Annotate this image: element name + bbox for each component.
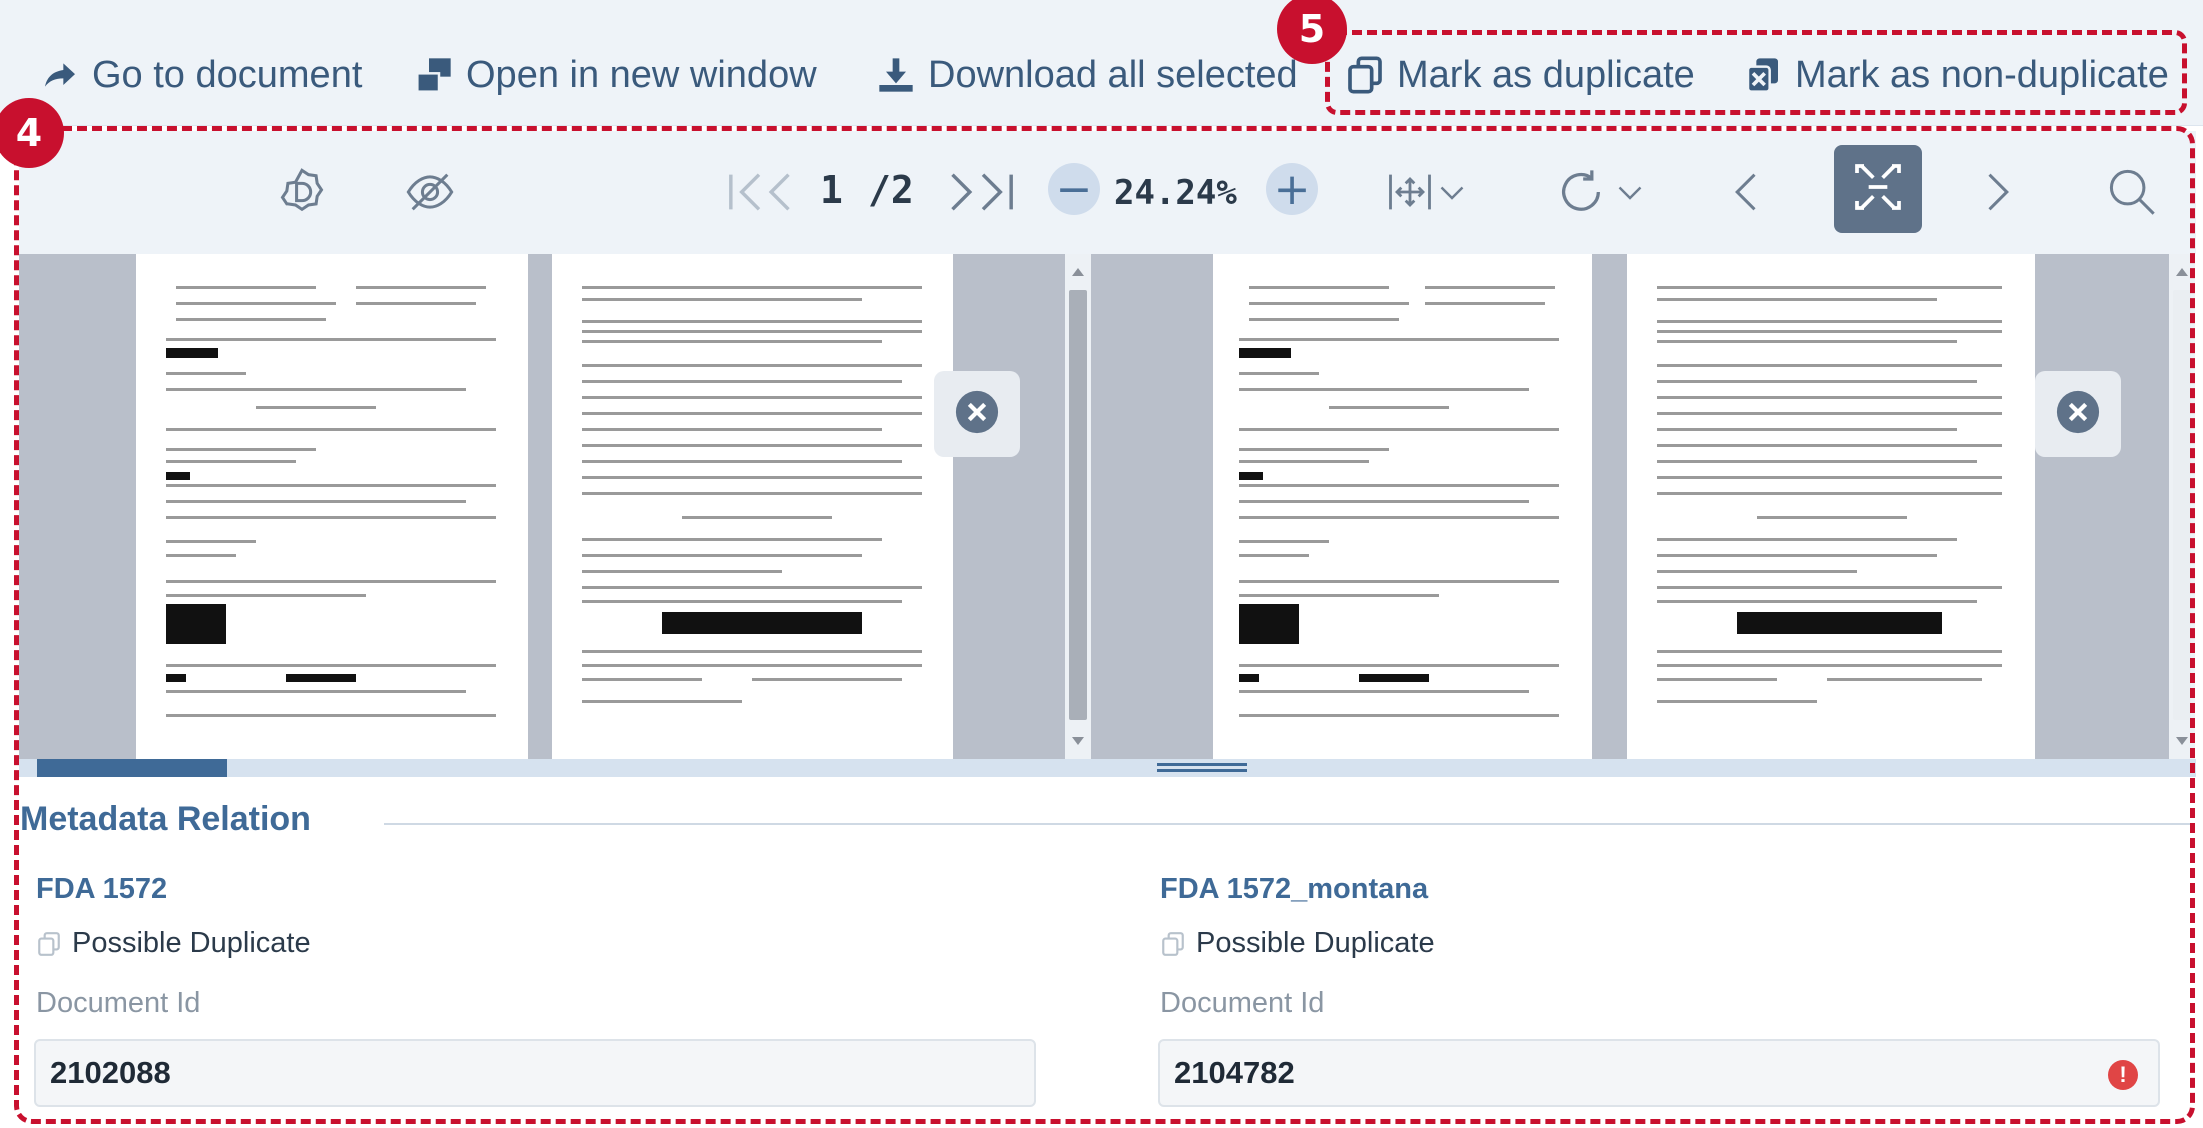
- go-to-document-button[interactable]: Go to document: [40, 48, 362, 102]
- action-toolbar: Go to document Open in new window Downlo…: [0, 0, 2203, 126]
- exclamation-circle-icon[interactable]: !: [2108, 1060, 2138, 1090]
- open-new-window-button[interactable]: Open in new window: [414, 48, 817, 102]
- close-icon: [2055, 389, 2101, 440]
- zoom-level[interactable]: 24.24%: [1114, 173, 1237, 213]
- left-document-page-2: [552, 254, 953, 759]
- right-document-id-value: 2104782: [1174, 1055, 1295, 1090]
- mark-as-duplicate-label: Mark as duplicate: [1397, 53, 1695, 96]
- duplicate-icon: [1345, 55, 1385, 95]
- zoom-in-button[interactable]: +: [1266, 163, 1318, 215]
- left-document-pane[interactable]: [19, 254, 1091, 759]
- right-document-id-label: Document Id: [1160, 987, 1325, 1019]
- fit-dropdown-chevron-icon[interactable]: [1434, 174, 1470, 210]
- zoom-out-button[interactable]: −: [1048, 163, 1100, 215]
- share-arrow-icon: [40, 55, 80, 95]
- last-page-icon[interactable]: [970, 166, 1022, 218]
- hide-redactions-icon[interactable]: [404, 166, 456, 218]
- mark-as-non-duplicate-label: Mark as non-duplicate: [1795, 53, 2169, 96]
- duplicate-icon: [36, 931, 62, 957]
- left-document-id-field[interactable]: 2102088: [34, 1039, 1036, 1107]
- right-duplicate-status: Possible Duplicate: [1160, 927, 1435, 960]
- right-document-pane[interactable]: [1091, 254, 2169, 759]
- windows-icon: [414, 55, 454, 95]
- go-to-document-label: Go to document: [92, 53, 363, 96]
- splitter-grip-icon[interactable]: [1157, 763, 1247, 766]
- left-duplicate-status: Possible Duplicate: [36, 927, 311, 960]
- left-document-id-value: 2102088: [50, 1055, 171, 1090]
- right-duplicate-status-label: Possible Duplicate: [1196, 927, 1435, 959]
- close-right-document-button[interactable]: [2035, 371, 2121, 457]
- download-all-selected-label: Download all selected: [928, 53, 1298, 96]
- download-all-selected-button[interactable]: Download all selected: [876, 48, 1298, 102]
- current-page-number[interactable]: 1: [820, 168, 843, 212]
- right-document-page-2: [1627, 254, 2035, 759]
- previous-difference-icon[interactable]: [1722, 166, 1774, 218]
- document-settings-icon[interactable]: [276, 166, 328, 218]
- mark-as-duplicate-button[interactable]: Mark as duplicate: [1345, 48, 1695, 102]
- previous-page-icon[interactable]: [756, 166, 808, 218]
- mark-as-non-duplicate-button[interactable]: Mark as non-duplicate: [1743, 48, 2169, 102]
- duplicate-icon: [1160, 931, 1186, 957]
- open-new-window-label: Open in new window: [466, 53, 817, 96]
- close-icon: [954, 389, 1000, 440]
- left-duplicate-status-label: Possible Duplicate: [72, 927, 311, 959]
- next-difference-icon[interactable]: [1970, 166, 2022, 218]
- close-left-document-button[interactable]: [934, 371, 1020, 457]
- rotate-icon[interactable]: [1555, 166, 1607, 218]
- left-document-name: FDA 1572: [36, 873, 168, 905]
- right-document-page-1: [1213, 254, 1592, 759]
- rotate-dropdown-chevron-icon[interactable]: [1612, 174, 1648, 210]
- right-document-id-field[interactable]: 2104782 !: [1158, 1039, 2160, 1107]
- section-divider: [384, 823, 2194, 825]
- left-document-page-1: [136, 254, 528, 759]
- total-pages: /2: [868, 168, 914, 212]
- search-icon[interactable]: [2106, 166, 2158, 218]
- right-pane-scrollbar[interactable]: [2169, 254, 2195, 759]
- non-duplicate-icon: [1743, 55, 1783, 95]
- sync-scroll-icon: [1850, 159, 1906, 220]
- pane-resize-splitter[interactable]: [19, 759, 2196, 777]
- download-icon: [876, 55, 916, 95]
- right-document-name: FDA 1572_montana: [1160, 873, 1429, 905]
- fit-width-icon[interactable]: [1384, 166, 1436, 218]
- sync-scroll-button[interactable]: [1834, 145, 1922, 233]
- left-pane-scrollbar[interactable]: [1065, 254, 1091, 759]
- horizontal-scroll-indicator: [37, 759, 227, 777]
- metadata-relation-heading: Metadata Relation: [20, 800, 311, 838]
- left-document-id-label: Document Id: [36, 987, 201, 1019]
